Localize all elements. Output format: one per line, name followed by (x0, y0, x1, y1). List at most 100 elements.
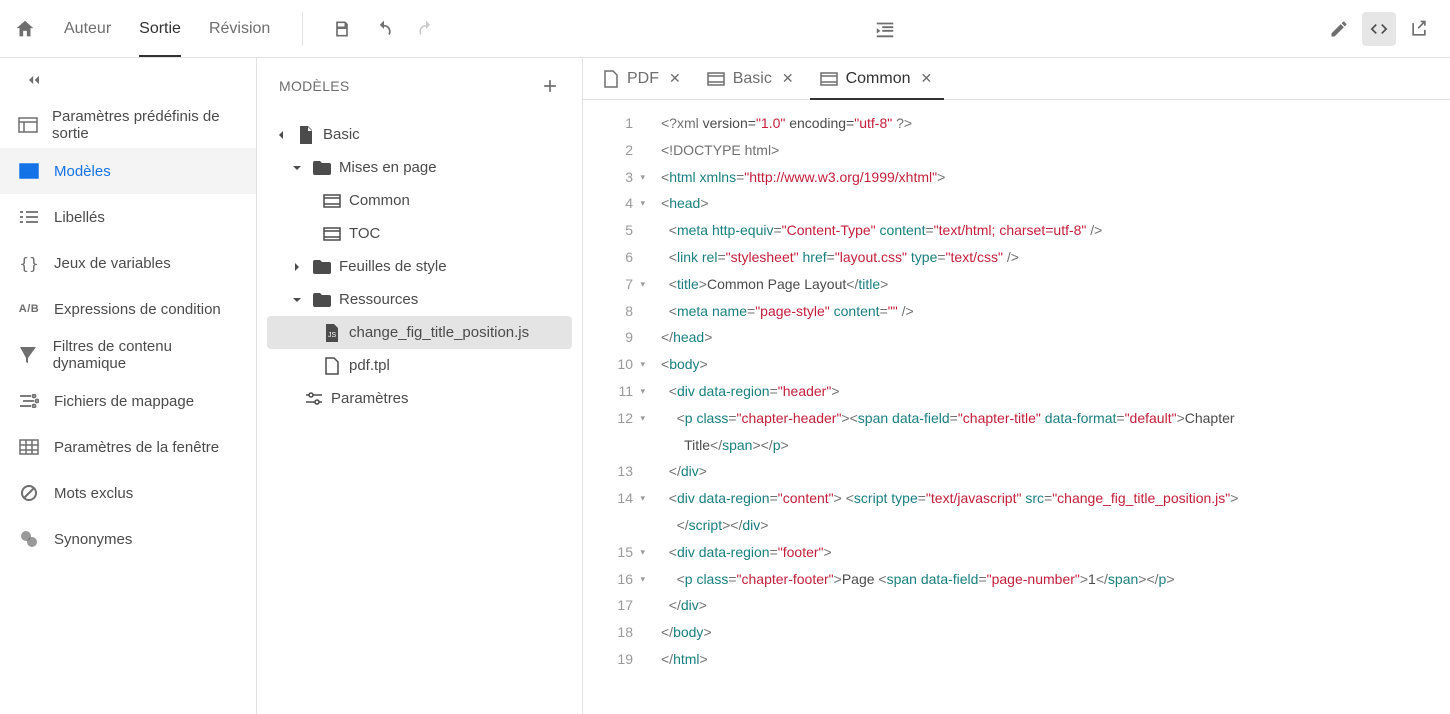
sidebar-item-label: Expressions de condition (54, 301, 221, 318)
settings-icon (305, 392, 323, 406)
folder-icon (313, 161, 331, 175)
undo-icon[interactable] (373, 18, 395, 40)
editor-tab-common[interactable]: Common ✕ (810, 58, 945, 99)
collapse-sidebar-icon[interactable] (0, 58, 256, 102)
tab-label: Basic (733, 70, 772, 88)
close-icon[interactable]: ✕ (780, 70, 796, 87)
nav-icon (18, 439, 40, 455)
chevron-down-icon (289, 163, 305, 173)
mode-tab-auteur[interactable]: Auteur (50, 0, 125, 57)
tree-root-label: Basic (323, 126, 360, 143)
sidebar-item-label: Paramètres de la fenêtre (54, 439, 219, 456)
sidebar-item-label: Modèles (54, 163, 111, 180)
sidebar-item-3[interactable]: {} Jeux de variables (0, 240, 256, 286)
tree-item-label: Common (349, 192, 410, 209)
add-icon[interactable] (540, 76, 560, 96)
tab-label: Common (846, 70, 911, 88)
file-icon (323, 357, 341, 375)
tree-layout-toc[interactable]: TOC (267, 217, 572, 250)
code-editor[interactable]: 12345678910111213141516171819 <?xml vers… (583, 100, 1450, 714)
view-actions (1322, 12, 1436, 46)
tree-layouts-label: Mises en page (339, 159, 437, 176)
tree-item-label: change_fig_title_position.js (349, 324, 529, 341)
tree-layouts[interactable]: Mises en page (267, 151, 572, 184)
models-tree-panel: MODÈLES Basic Mises en page Common (257, 58, 583, 714)
home-icon[interactable] (14, 18, 36, 40)
sidebar-item-label: Synonymes (54, 531, 132, 548)
sidebar-item-4[interactable]: A/B Expressions de condition (0, 286, 256, 332)
sidebar-item-0[interactable]: Paramètres prédéfinis de sortie (0, 102, 256, 148)
sidebar-item-6[interactable]: Fichiers de mappage (0, 378, 256, 424)
indent-icon[interactable] (874, 18, 896, 40)
editor-tabs: PDF ✕ Basic ✕ Common ✕ (583, 58, 1450, 100)
tree-params-label: Paramètres (331, 390, 409, 407)
mode-tab-révision[interactable]: Révision (195, 0, 284, 57)
sidebar-item-7[interactable]: Paramètres de la fenêtre (0, 424, 256, 470)
sidebar-item-9[interactable]: Synonymes (0, 516, 256, 562)
nav-icon: A/B (18, 303, 40, 315)
source-text[interactable]: <?xml version="1.0" encoding="utf-8" ?><… (643, 100, 1450, 714)
file-icon (297, 126, 315, 144)
close-icon[interactable]: ✕ (919, 70, 935, 87)
nav-icon: {} (18, 254, 40, 273)
svg-text:JS: JS (328, 332, 337, 339)
sidebar-item-label: Paramètres prédéfinis de sortie (52, 108, 238, 142)
sidebar-item-label: Filtres de contenu dynamique (53, 338, 238, 372)
panel-title: MODÈLES (279, 78, 350, 94)
sidebar-item-label: Fichiers de mappage (54, 393, 194, 410)
tree-item-label: TOC (349, 225, 380, 242)
export-icon[interactable] (1402, 12, 1436, 46)
tree-item-label: pdf.tpl (349, 357, 390, 374)
sidebar-item-1[interactable]: Modèles (0, 148, 256, 194)
sidebar-item-2[interactable]: Libellés (0, 194, 256, 240)
editor-panel: PDF ✕ Basic ✕ Common ✕ 1234567891011121314151… (583, 58, 1450, 714)
chevron-down-icon (289, 295, 305, 305)
tree-params[interactable]: Paramètres (267, 382, 572, 415)
mode-tab-sortie[interactable]: Sortie (125, 0, 195, 57)
folder-icon (313, 260, 331, 274)
chevron-right-icon (289, 262, 305, 272)
nav-icon (18, 530, 40, 548)
tree-styles-label: Feuilles de style (339, 258, 447, 275)
tree-layout-common[interactable]: Common (267, 184, 572, 217)
tree-back[interactable]: Basic (267, 118, 572, 151)
nav-icon (18, 484, 40, 502)
tree-resources-label: Ressources (339, 291, 418, 308)
nav-icon (18, 346, 39, 364)
separator (302, 12, 303, 46)
tree-resource-tpl[interactable]: pdf.tpl (267, 349, 572, 382)
sidebar-item-label: Mots exclus (54, 485, 133, 502)
sidebar-item-8[interactable]: Mots exclus (0, 470, 256, 516)
chevron-left-icon (273, 130, 289, 140)
tab-label: PDF (627, 70, 659, 88)
line-gutter: 12345678910111213141516171819 (583, 100, 643, 714)
nav-icon (18, 394, 40, 408)
js-file-icon: JS (323, 324, 341, 342)
tree: Basic Mises en page Common TOC Feuilles … (257, 114, 582, 419)
mode-tabs: AuteurSortieRévision (50, 0, 284, 57)
nav-icon (18, 117, 38, 133)
tree-styles[interactable]: Feuilles de style (267, 250, 572, 283)
top-toolbar: AuteurSortieRévision (0, 0, 1450, 58)
nav-icon (18, 163, 40, 179)
save-icon[interactable] (331, 18, 353, 40)
edit-pencil-icon[interactable] (1322, 12, 1356, 46)
folder-icon (313, 293, 331, 307)
tab-icon (603, 70, 619, 88)
editor-tab-pdf[interactable]: PDF ✕ (593, 58, 693, 99)
sidebar-item-label: Libellés (54, 209, 105, 226)
nav-icon (18, 210, 40, 224)
close-icon[interactable]: ✕ (667, 70, 683, 87)
layout-icon (323, 227, 341, 241)
tree-resources[interactable]: Ressources (267, 283, 572, 316)
left-sidebar: Paramètres prédéfinis de sortie Modèles Li… (0, 58, 257, 714)
sidebar-item-5[interactable]: Filtres de contenu dynamique (0, 332, 256, 378)
tree-resource-js[interactable]: JS change_fig_title_position.js (267, 316, 572, 349)
sidebar-item-label: Jeux de variables (54, 255, 171, 272)
layout-icon (323, 194, 341, 208)
source-view-icon[interactable] (1362, 12, 1396, 46)
editor-tab-basic[interactable]: Basic ✕ (697, 58, 806, 99)
redo-icon[interactable] (415, 18, 437, 40)
tab-icon (707, 72, 725, 86)
tab-icon (820, 72, 838, 86)
